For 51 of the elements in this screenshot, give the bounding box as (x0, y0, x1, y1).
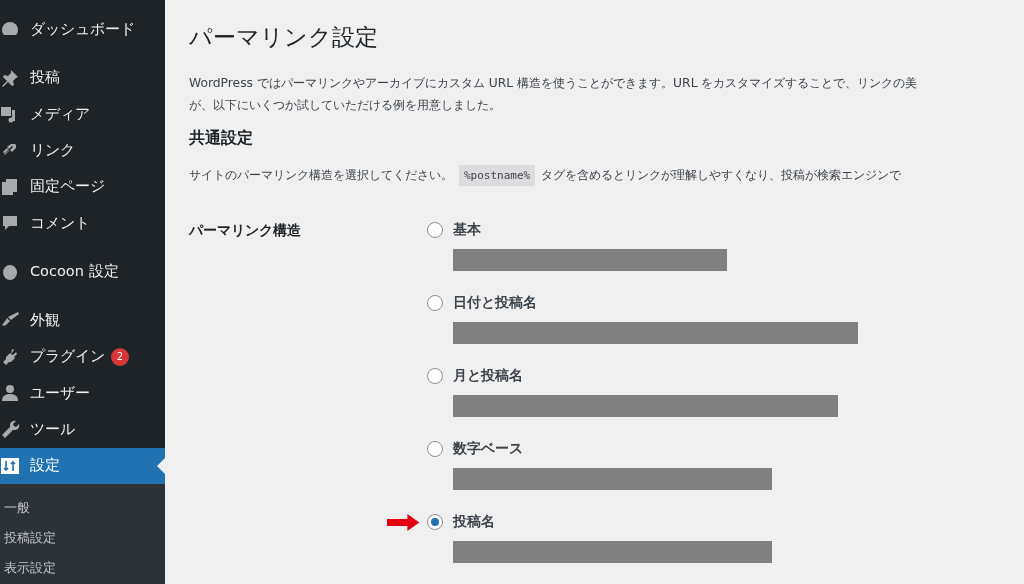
radio-button[interactable] (427, 222, 443, 239)
field-label: パーマリンク構造 (189, 221, 302, 241)
menu-label: 外観 (30, 310, 60, 330)
menu-label: 投稿 (30, 68, 60, 88)
page-title: パーマリンク設定 (189, 23, 379, 52)
menu-item[interactable]: 外観 (0, 301, 165, 339)
submenu-item[interactable]: 一般 (0, 494, 165, 525)
option-label: 基本 (453, 221, 481, 240)
update-count-badge: 2 (111, 347, 129, 366)
menu-item[interactable]: 固定ページ (0, 168, 165, 206)
section-heading: 共通設定 (189, 128, 254, 150)
menu-label: ダッシュボード (30, 19, 135, 39)
submenu-item[interactable]: 表示設定 (0, 554, 165, 584)
radio-button[interactable] (427, 441, 443, 458)
option-label: 数字ベース (453, 440, 523, 459)
menu-item[interactable]: ユーザー (0, 374, 165, 412)
radio-button[interactable] (427, 295, 443, 312)
hint-text: サイトのパーマリンク構造を選択してください。 (189, 167, 453, 185)
menu-item[interactable]: 投稿 (0, 59, 165, 96)
menu-label: 設定 (30, 456, 60, 476)
menu-item[interactable]: リンク (0, 132, 165, 169)
menu-label: ユーザー (30, 383, 90, 403)
menu-item[interactable]: コメント (0, 205, 165, 242)
option-label: 投稿名 (453, 513, 495, 532)
menu-label: プラグイン (30, 347, 105, 367)
radio-button[interactable] (427, 514, 443, 531)
user-icon (0, 383, 20, 403)
current-indicator-icon (157, 457, 165, 474)
hint-text: タグを含めるとリンクが理解しやすくなり、投稿が検索エンジンで (541, 167, 902, 185)
menu-label: リンク (30, 140, 75, 160)
intro-text: WordPress ではパーマリンクやアーカイブにカスタム URL 構造を使うことができます。URL をカスタマイズすることで、リンクの美 が、以下にいくつか試していただける例を用意しました。 (189, 75, 919, 114)
menu-label: メディア (30, 104, 90, 124)
pin-icon (0, 67, 20, 88)
menu-label: Cocoon 設定 (30, 262, 119, 282)
menu-label: ツール (30, 419, 75, 439)
option-label: 月と投稿名 (453, 367, 523, 386)
settings-icon (0, 455, 20, 476)
pages-icon (0, 176, 20, 197)
wrench-icon (0, 419, 20, 440)
menu-item[interactable]: 設定 (0, 447, 165, 485)
menu-item[interactable]: メディア (0, 95, 165, 133)
menu-label: 固定ページ (30, 177, 105, 197)
code-tag: %postname% (459, 165, 536, 187)
menu-item[interactable]: Cocoon 設定 (0, 253, 165, 290)
submenu-item[interactable]: 投稿設定 (0, 524, 165, 555)
menu-item[interactable]: ツール (0, 411, 165, 448)
menu-label: コメント (30, 213, 90, 233)
menu-item[interactable]: プラグイン 2 (0, 338, 165, 375)
menu-item[interactable]: ダッシュボード (0, 11, 165, 48)
radio-button[interactable] (427, 368, 443, 385)
option-label: 日付と投稿名 (453, 294, 537, 313)
